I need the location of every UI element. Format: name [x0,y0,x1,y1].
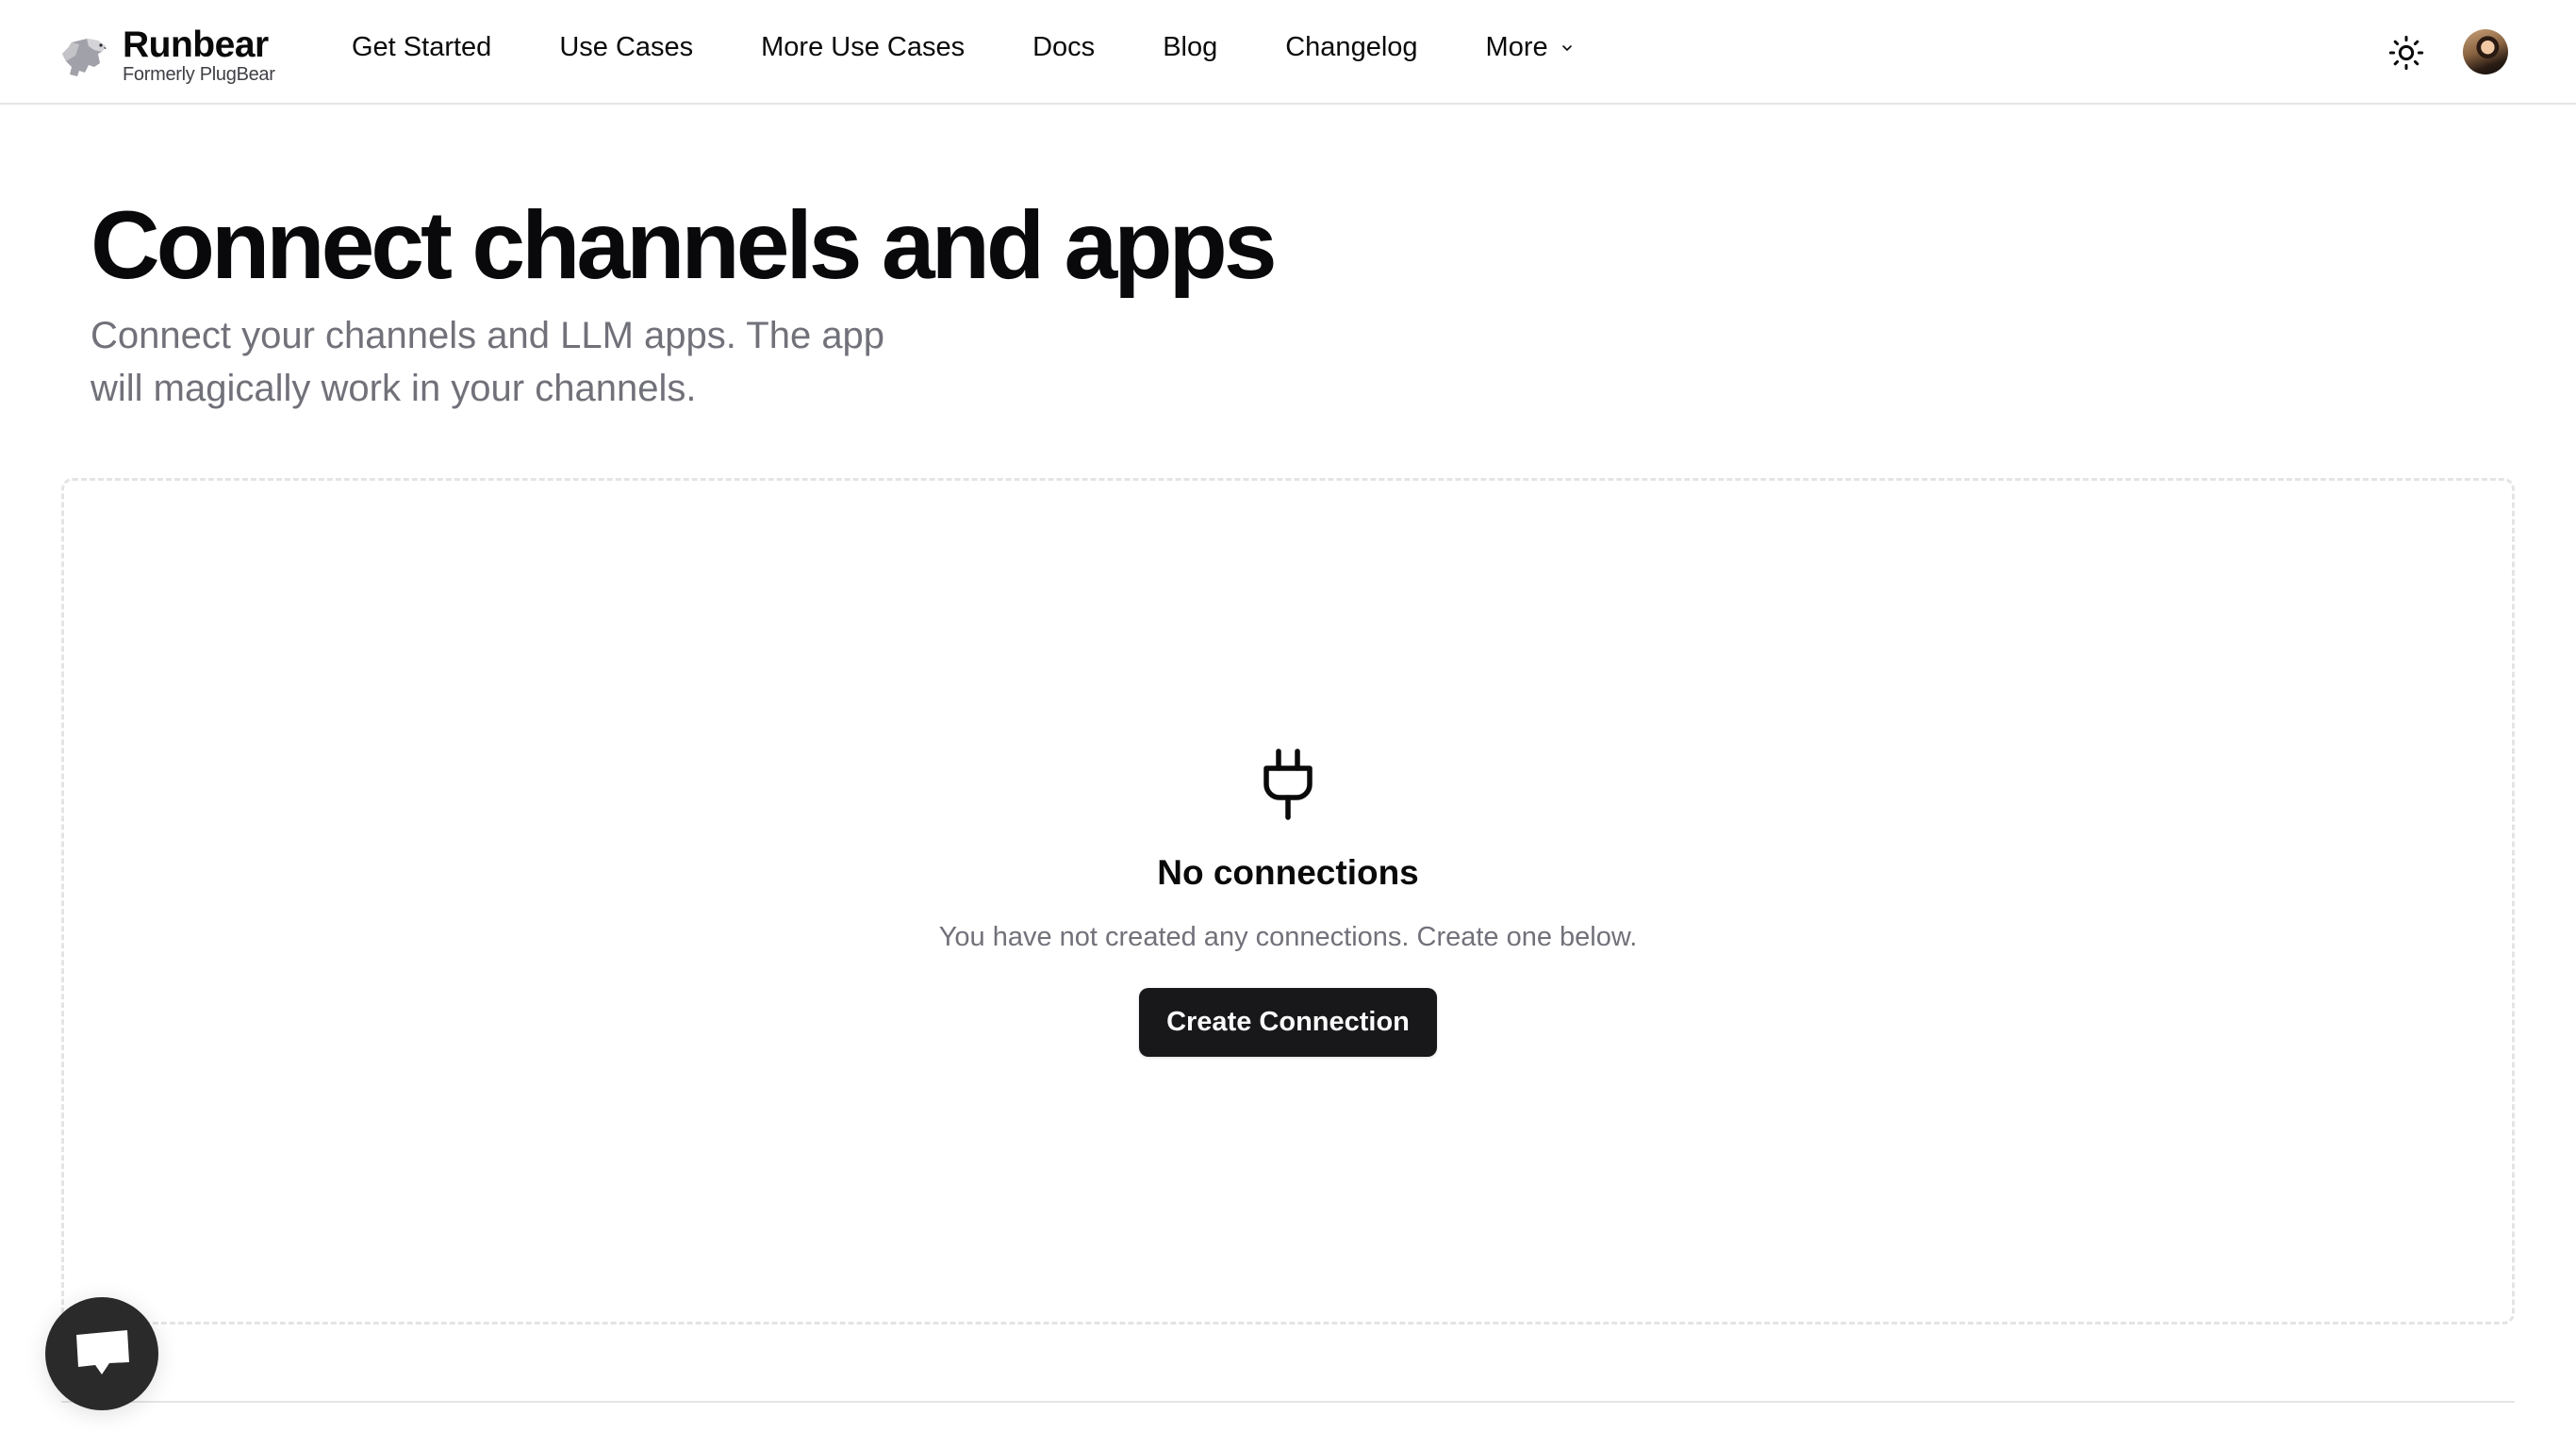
user-avatar[interactable] [2463,29,2508,74]
chat-bubble-icon [76,1330,129,1374]
nav-more-dropdown[interactable]: More [1486,32,1575,63]
running-bear-icon [62,39,107,76]
page-title: Connect channels and apps [91,191,1278,299]
plug-icon [1263,749,1313,820]
top-navbar: Runbear Formerly PlugBear Get Started Us… [0,0,2576,105]
page-subtitle: Connect your channels and LLM apps. The … [91,315,885,409]
nav-more-label: More [1485,32,1548,62]
footer-divider [61,1401,2515,1403]
empty-state-container [61,478,2515,1325]
create-connection-button[interactable]: Create Connection [1139,988,1437,1057]
brand-logo[interactable]: Runbear Formerly PlugBear [58,26,275,85]
nav-changelog[interactable]: Changelog [1285,32,1417,63]
theme-toggle-button[interactable] [2386,32,2427,74]
nav-more-use-cases[interactable]: More Use Cases [761,32,965,63]
nav-blog[interactable]: Blog [1163,32,1217,63]
nav-docs[interactable]: Docs [1032,32,1095,63]
nav-use-cases[interactable]: Use Cases [559,32,693,63]
empty-state-title: No connections [1157,853,1419,892]
brand-tagline: Formerly PlugBear [123,64,275,85]
main-nav: Get Started Use Cases More Use Cases Doc… [352,32,1643,63]
empty-state-description: You have not created any connections. Cr… [938,922,1638,952]
brand-name: Runbear [123,25,269,65]
chevron-down-icon [1561,44,1572,51]
chat-widget-button[interactable] [45,1297,158,1410]
nav-get-started[interactable]: Get Started [352,32,491,63]
sun-icon [2388,35,2424,71]
